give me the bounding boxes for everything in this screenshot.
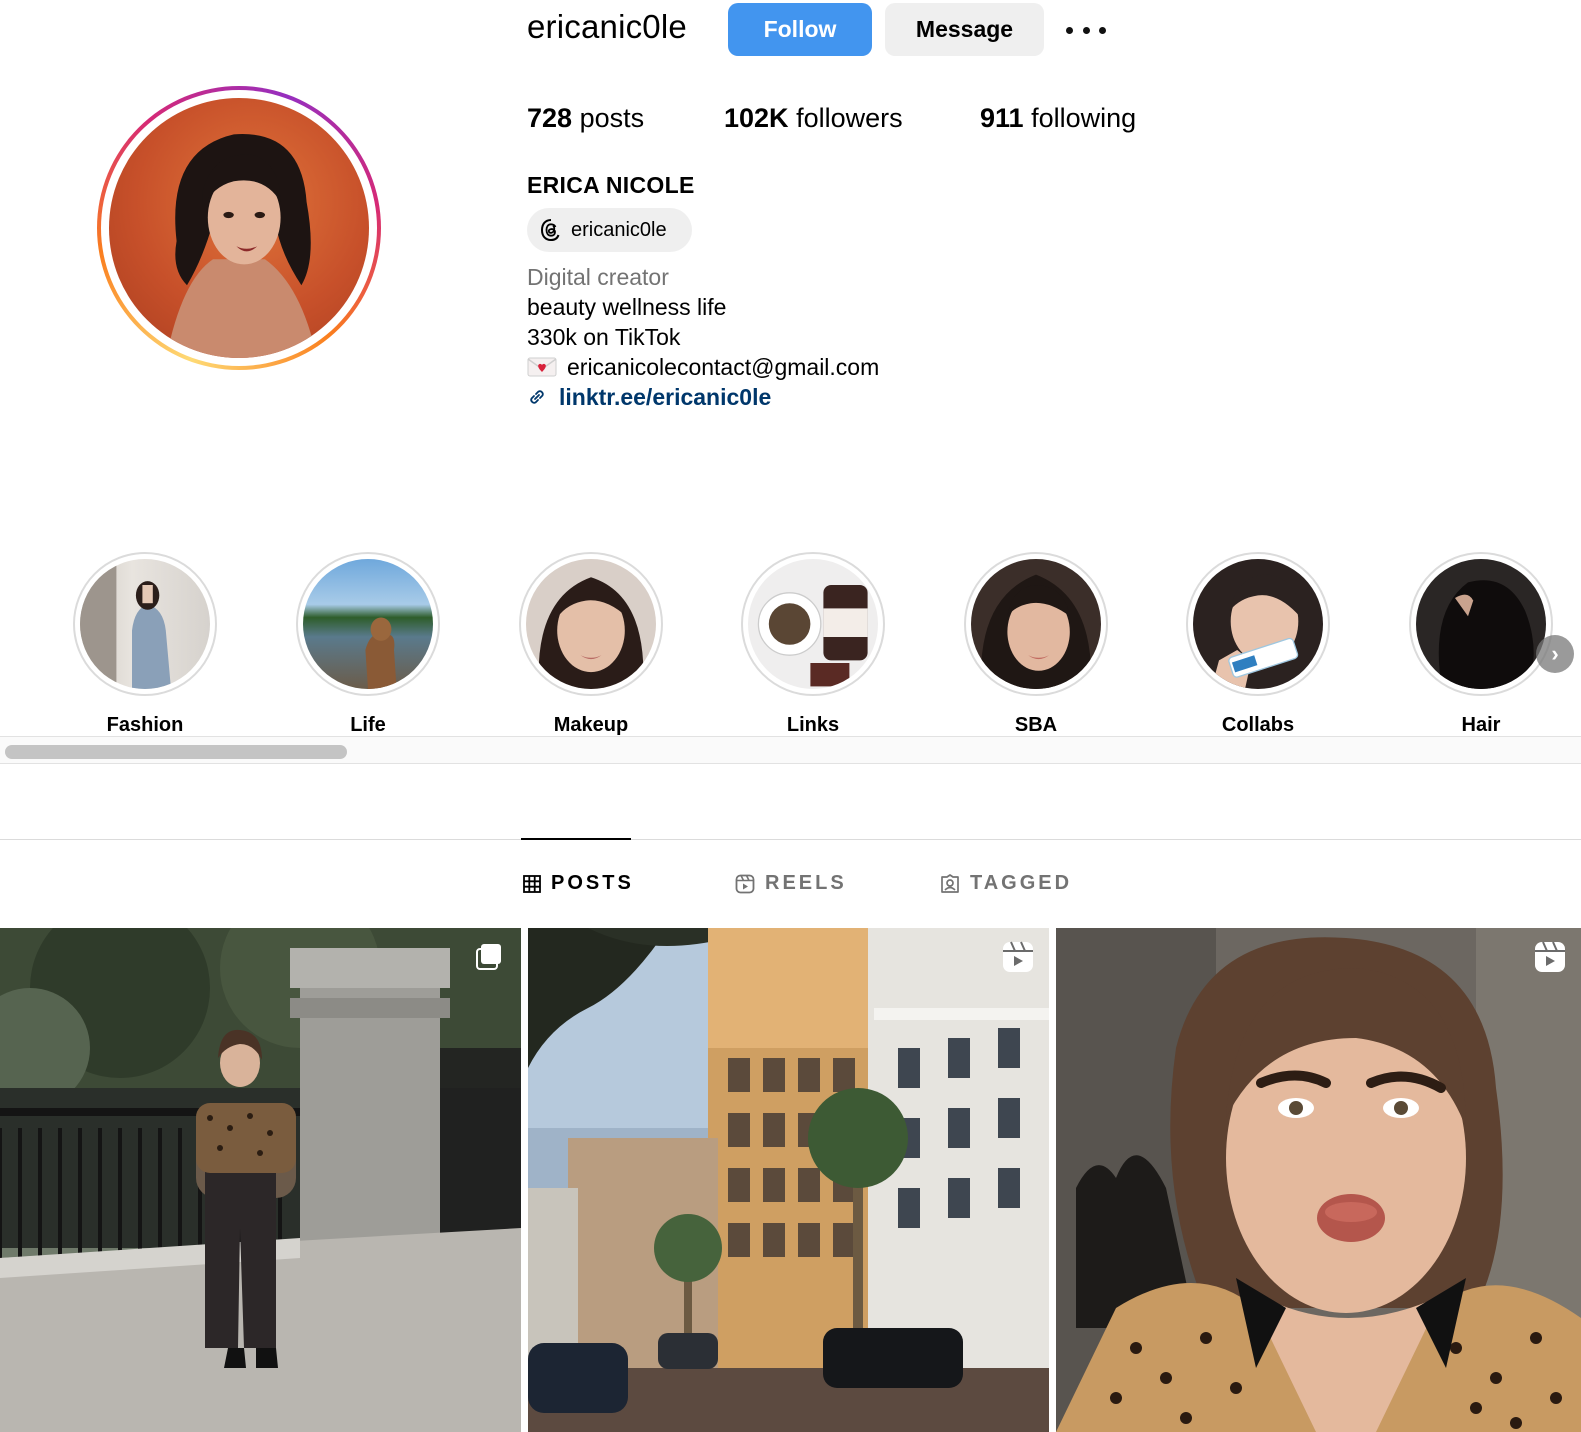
highlight-makeup[interactable]: Makeup [519, 552, 663, 736]
following-count-label: following [1031, 103, 1137, 133]
profile-username: ericanic0le [527, 8, 687, 45]
tab-tagged[interactable]: TAGGED [940, 872, 1072, 895]
tagged-icon [941, 873, 959, 893]
link-icon [530, 390, 544, 404]
story-highlights: Fashion Life Makeup Links SBA Collabs Ha… [0, 540, 1581, 736]
followers-count-label: followers [796, 103, 903, 133]
highlight-label: SBA [1014, 714, 1058, 736]
posts-count: 728 posts [527, 103, 644, 134]
followers-count-value: 102K [724, 103, 789, 133]
profile-link-text: linktr.ee/ericanic0le [559, 384, 772, 410]
follow-button[interactable]: Follow [728, 3, 872, 56]
following-count-value: 911 [980, 103, 1024, 133]
chevron-right-icon: › [1551, 641, 1559, 666]
threads-badge[interactable]: ericanic0le [527, 208, 692, 252]
highlight-sba[interactable]: SBA [964, 552, 1108, 736]
highlights-next-button[interactable]: › [1536, 635, 1574, 673]
posts-count-value: 728 [527, 103, 573, 133]
tab-label: POSTS [551, 872, 634, 894]
profile-link[interactable]: linktr.ee/ericanic0le [527, 382, 771, 412]
highlight-label: Fashion [106, 714, 184, 736]
active-tab-indicator [521, 838, 631, 840]
reels-icon [1003, 941, 1033, 972]
profile-category: Digital creator [527, 264, 669, 290]
post-thumbnail[interactable] [1056, 928, 1581, 1432]
highlight-label: Makeup [553, 714, 629, 736]
grid-icon [523, 874, 541, 893]
highlight-label: Life [350, 714, 386, 736]
tab-label: REELS [765, 872, 847, 894]
love-letter-icon [527, 357, 557, 377]
bio-line: beauty wellness life [527, 294, 727, 320]
tab-label: TAGGED [970, 872, 1073, 894]
message-button[interactable]: Message [885, 3, 1044, 56]
highlight-label: Links [786, 714, 840, 736]
highlight-label: Hair [1461, 714, 1501, 736]
reels-icon [735, 874, 755, 893]
bio-email: ericanicolecontact@gmail.com [567, 354, 880, 380]
bio-email-line: ericanicolecontact@gmail.com [527, 352, 879, 382]
profile-full-name: ERICA NICOLE [527, 172, 695, 198]
profile-avatar[interactable] [97, 86, 381, 370]
tab-reels[interactable]: REELS [735, 872, 847, 895]
threads-handle: ericanic0le [571, 218, 667, 241]
post-thumbnail[interactable] [528, 928, 1049, 1432]
reels-icon [1535, 941, 1565, 972]
highlight-links[interactable]: Links [741, 552, 885, 736]
carousel-icon [476, 944, 501, 970]
highlight-fashion[interactable]: Fashion [73, 552, 217, 736]
scrollbar-thumb[interactable] [5, 745, 347, 759]
posts-count-label: posts [579, 103, 645, 133]
highlight-life[interactable]: Life [296, 552, 440, 736]
followers-count[interactable]: 102K followers [724, 103, 903, 134]
tab-posts[interactable]: POSTS [523, 872, 634, 895]
horizontal-scrollbar[interactable] [0, 736, 1581, 764]
bio-line: 330k on TikTok [527, 324, 681, 350]
following-count[interactable]: 911 following [980, 103, 1136, 134]
highlight-label: Collabs [1221, 714, 1295, 736]
tabs-divider [0, 839, 1581, 840]
highlight-collabs[interactable]: Collabs [1186, 552, 1330, 736]
more-options-icon[interactable] [1066, 18, 1106, 42]
highlight-hair[interactable]: Hair [1409, 552, 1553, 736]
threads-icon [540, 219, 560, 242]
post-thumbnail[interactable] [0, 928, 521, 1432]
